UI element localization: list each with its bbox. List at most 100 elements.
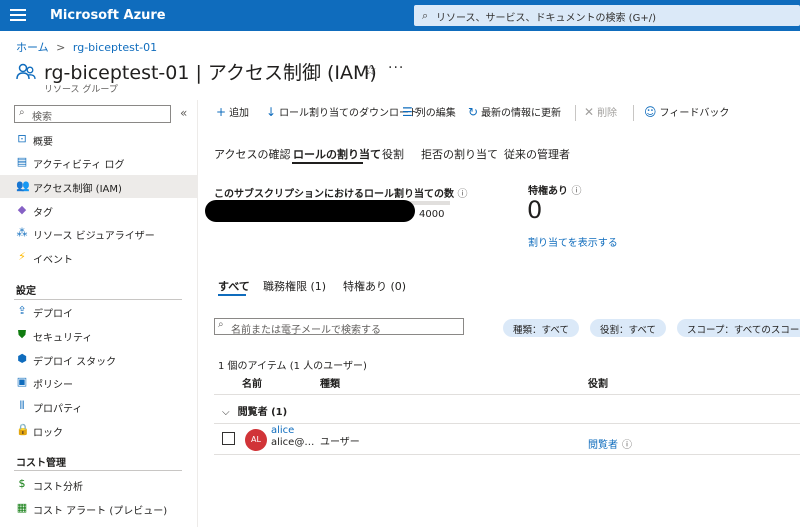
sidebar-item-label: コスト分析 (33, 482, 83, 493)
refresh-button-label: 最新の情報に更新 (481, 108, 562, 119)
plus-icon: + (216, 105, 227, 119)
tab-deny-assignments[interactable]: 拒否の割り当て (421, 146, 498, 162)
redacted-area (205, 200, 415, 222)
sidebar-item-label: プロパティ (33, 404, 83, 415)
role-filter-pill[interactable]: 役割：すべて (590, 319, 666, 337)
search-icon: ⌕ (218, 319, 224, 330)
page-title: rg-biceptest-01 | アクセス制御 (IAM) (44, 62, 377, 84)
column-header-type[interactable]: 種類 (320, 375, 340, 390)
download-assignments-button[interactable]: ↓ ロール割り当てのダウンロード (266, 104, 419, 119)
name-email-search-input[interactable]: ⌕ 名前または電子メールで検索する (214, 318, 464, 336)
properties-icon: ⦀ (19, 399, 25, 412)
subtab-all[interactable]: すべて (218, 278, 250, 294)
tab-roles[interactable]: 役割 (382, 146, 404, 162)
sidebar-item-deployment-stacks[interactable]: ⬢ デプロイ スタック (0, 348, 197, 371)
sidebar-item-security[interactable]: ⛊ セキュリティ (0, 324, 197, 347)
search-icon: ⌕ (19, 107, 25, 118)
row-divider (214, 454, 800, 455)
hamburger-menu-icon[interactable] (10, 6, 26, 24)
assignment-count-max: 4000 (419, 209, 445, 220)
assignment-count-label: このサブスクリプションにおけるロール割り当ての数 (214, 189, 454, 200)
column-header-role[interactable]: 役割 (588, 375, 608, 390)
refresh-button[interactable]: ↻ 最新の情報に更新 (468, 104, 561, 119)
sidebar-item-tags[interactable]: ◆ タグ (0, 199, 197, 222)
user-name-link[interactable]: alice (271, 425, 294, 436)
sidebar-item-label: ロック (33, 428, 63, 439)
sidebar-section-settings: 設定 (16, 286, 36, 297)
breadcrumb: ホーム > rg-biceptest-01 (16, 39, 157, 55)
sidebar-item-events[interactable]: ⚡ イベント (0, 246, 197, 269)
refresh-icon: ↻ (468, 105, 479, 119)
tab-classic-administrators[interactable]: 従来の管理者 (504, 146, 570, 162)
more-options-icon[interactable]: ··· (388, 60, 404, 76)
sidebar-item-label: ポリシー (33, 380, 73, 391)
subtab-privileged[interactable]: 特権あり (0) (343, 278, 406, 294)
sidebar-item-iam[interactable]: 👥 アクセス制御 (IAM) (0, 175, 197, 198)
sidebar-item-overview[interactable]: ⊡ 概要 (0, 128, 197, 151)
feedback-icon: ☺ (644, 105, 657, 119)
global-search-input[interactable]: ⌕ リソース、サービス、ドキュメントの検索 (G+/) (414, 5, 800, 26)
collapse-sidebar-icon[interactable]: « (180, 106, 187, 120)
top-bar: Microsoft Azure ⌕ リソース、サービス、ドキュメントの検索 (G… (0, 0, 800, 31)
download-icon: ↓ (266, 105, 277, 119)
sidebar-item-label: デプロイ (33, 309, 73, 320)
edit-columns-button[interactable]: ☰ 列の編集 (402, 104, 456, 119)
group-label: 閲覧者 (1) (237, 407, 288, 418)
tab-role-assignments[interactable]: ロールの割り当て (293, 146, 381, 162)
user-type: ユーザー (320, 437, 360, 448)
group-header-reader[interactable]: ⌵ 閲覧者 (1) (222, 403, 287, 418)
avatar: AL (245, 429, 267, 451)
tab-check-access[interactable]: アクセスの確認 (214, 146, 290, 162)
tag-icon: ◆ (17, 203, 27, 216)
breadcrumb-home[interactable]: ホーム (16, 41, 49, 54)
info-icon[interactable]: ⓘ (571, 186, 581, 197)
sidebar-item-activity-log[interactable]: ▤ アクティビティ ログ (0, 151, 197, 174)
user-role: 閲覧者 ⓘ (588, 436, 632, 451)
info-icon[interactable]: ⓘ (622, 440, 632, 451)
add-button-label: 追加 (229, 108, 250, 119)
view-assignments-link[interactable]: 割り当てを表示する (528, 234, 618, 249)
chevron-down-icon[interactable]: ⌵ (222, 407, 230, 418)
assignment-count-title: このサブスクリプションにおけるロール割り当ての数 ⓘ (214, 185, 467, 200)
column-header-name[interactable]: 名前 (242, 375, 262, 390)
privileged-title: 特権あり ⓘ (528, 182, 581, 197)
toolbar-separator (575, 105, 576, 121)
active-subtab-indicator (218, 294, 246, 296)
sidebar-item-resource-visualizer[interactable]: ⁂ リソース ビジュアライザー (0, 222, 197, 245)
iam-icon: 👥 (16, 179, 30, 192)
sidebar-search-placeholder: 検索 (32, 112, 52, 123)
sidebar-item-properties[interactable]: ⦀ プロパティ (0, 395, 197, 418)
sidebar-item-locks[interactable]: 🔒 ロック (0, 419, 197, 442)
search-icon: ⌕ (422, 9, 429, 22)
global-search-placeholder: リソース、サービス、ドキュメントの検索 (G+/) (436, 13, 656, 24)
breadcrumb-resource-group[interactable]: rg-biceptest-01 (73, 41, 157, 54)
info-icon[interactable]: ⓘ (457, 189, 467, 200)
brand-logo-text[interactable]: Microsoft Azure (50, 8, 166, 23)
favorite-star-icon[interactable]: ☆ (364, 63, 377, 79)
user-email: alice@… (271, 437, 315, 448)
add-button[interactable]: + 追加 (216, 104, 249, 119)
sidebar-item-label: デプロイ スタック (33, 357, 117, 368)
scope-filter-pill[interactable]: スコープ：すべてのスコープ (677, 319, 800, 337)
subtab-job-function[interactable]: 職務権限 (1) (263, 278, 326, 294)
delete-button-label: 削除 (597, 108, 618, 119)
feedback-button[interactable]: ☺ フィードバック (644, 104, 729, 119)
sidebar-separator (197, 100, 198, 527)
search-placeholder: 名前または電子メールで検索する (231, 325, 381, 336)
delete-button[interactable]: ✕ 削除 (584, 104, 617, 119)
sidebar-item-cost-analysis[interactable]: $ コスト分析 (0, 473, 197, 496)
sidebar-item-deployments[interactable]: ⇪ デプロイ (0, 300, 197, 323)
type-filter-pill[interactable]: 種類：すべて (503, 319, 579, 337)
activity-log-icon: ▤ (16, 155, 28, 168)
sidebar-item-cost-alerts[interactable]: ▦ コスト アラート (プレビュー) (0, 497, 197, 520)
item-count: 1 個のアイテム (1 人のユーザー) (218, 361, 367, 372)
edit-columns-label: 列の編集 (415, 108, 456, 119)
sidebar-item-label: 概要 (33, 137, 53, 148)
role-link[interactable]: 閲覧者 (588, 440, 618, 451)
sidebar-section-cost: コスト管理 (16, 458, 66, 469)
users-icon (16, 63, 36, 80)
sidebar-item-label: イベント (33, 255, 73, 266)
row-checkbox[interactable] (222, 432, 235, 445)
sidebar-item-policies[interactable]: ▣ ポリシー (0, 371, 197, 394)
sidebar-search-input[interactable]: ⌕ 検索 (14, 105, 171, 123)
